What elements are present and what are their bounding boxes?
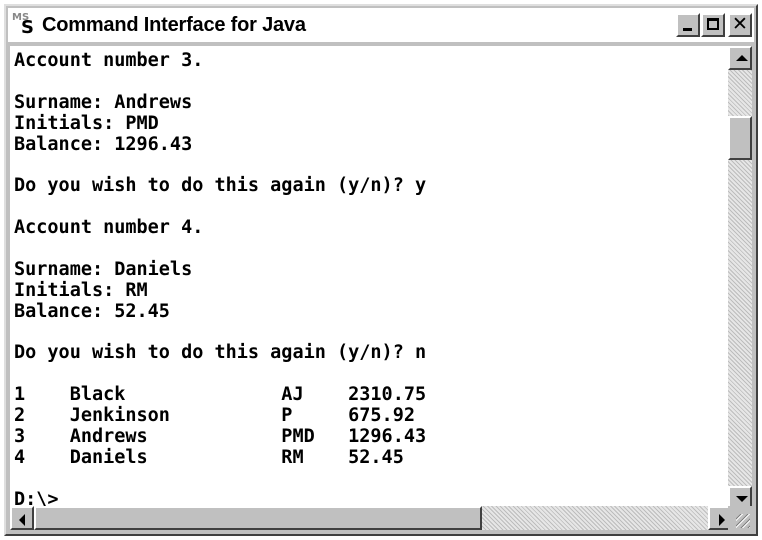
console-line: Account number 4.: [14, 217, 204, 239]
console-line: Initials: RM: [14, 279, 148, 301]
console-output[interactable]: Account number 3. Surname: Andrews Initial…: [10, 46, 732, 510]
console-line: Surname: Daniels: [14, 258, 193, 280]
maximize-button[interactable]: [701, 13, 725, 37]
title-bar[interactable]: MS S Command Interface for Java ✕: [8, 8, 754, 42]
console-line: Initials: PMD: [14, 112, 159, 134]
close-icon: ✕: [732, 13, 748, 35]
scroll-up-button[interactable]: [728, 46, 752, 70]
window-controls: ✕: [675, 13, 752, 37]
ms-dos-icon[interactable]: MS S: [12, 13, 36, 37]
resize-grip-icon: [736, 514, 750, 528]
console-line: Do you wish to do this again (y/n)? y: [14, 175, 427, 197]
console-line: Account number 3.: [14, 50, 204, 71]
console-line: Balance: 52.45: [14, 300, 170, 322]
scroll-left-button[interactable]: [10, 506, 34, 530]
minimize-button[interactable]: [676, 13, 700, 37]
arrow-right-icon: [719, 514, 725, 526]
horizontal-scroll-thumb[interactable]: [34, 506, 482, 530]
console-window: MS S Command Interface for Java ✕ Account…: [4, 4, 758, 536]
window-title: Command Interface for Java: [42, 13, 306, 36]
console-text: Account number 3. Surname: Andrews Initial…: [10, 46, 732, 510]
vertical-scrollbar[interactable]: [728, 46, 752, 510]
resize-corner[interactable]: [728, 506, 752, 530]
vertical-scroll-thumb[interactable]: [728, 116, 752, 160]
minimize-icon: [683, 28, 692, 31]
arrow-up-icon: [736, 55, 748, 61]
console-line: 3 Andrews PMD 1296.43: [14, 426, 427, 448]
console-line: 1 Black AJ 2310.75: [14, 384, 427, 406]
console-line: 4 Daniels RM 52.45: [14, 446, 404, 468]
arrow-down-icon: [736, 496, 748, 502]
console-line: 2 Jenkinson P 675.92: [14, 405, 415, 427]
console-line: Balance: 1296.43: [14, 133, 193, 155]
horizontal-scrollbar[interactable]: [10, 506, 732, 530]
maximize-icon: [707, 18, 719, 30]
close-button[interactable]: ✕: [728, 13, 752, 37]
console-line: Surname: Andrews: [14, 91, 193, 113]
arrow-left-icon: [19, 514, 25, 526]
console-line: Do you wish to do this again (y/n)? n: [14, 342, 427, 364]
